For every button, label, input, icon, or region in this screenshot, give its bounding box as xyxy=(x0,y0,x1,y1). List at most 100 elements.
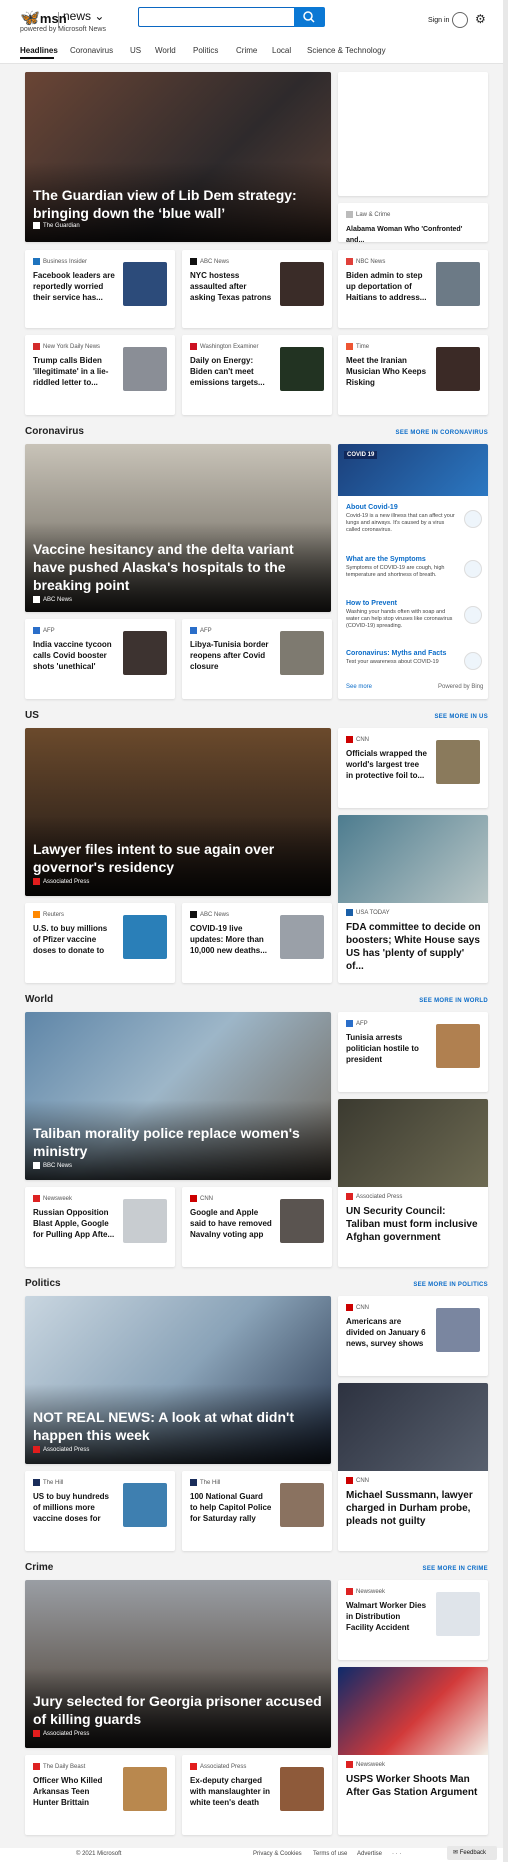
news-card[interactable]: Business Insider Facebook leaders are re… xyxy=(25,250,175,328)
privacy-link[interactable]: Privacy & Cookies xyxy=(253,1851,302,1857)
see-more-coronavirus-link[interactable]: SEE MORE IN CORONAVIRUS xyxy=(340,430,488,436)
card-source: The Hill xyxy=(33,1479,63,1486)
footer: © 2021 Microsoft Privacy & Cookies Terms… xyxy=(0,1848,508,1862)
hero-title: Taliban morality police replace women's … xyxy=(33,1125,300,1159)
tab-politics[interactable]: Politics xyxy=(193,46,218,55)
card-source: AFP xyxy=(190,627,212,634)
news-card-large[interactable]: Associated Press UN Security Council: Ta… xyxy=(338,1099,488,1267)
card-title: Alabama Woman Who 'Confronted' and... xyxy=(346,226,463,242)
card-thumbnail xyxy=(123,631,167,675)
advertise-link[interactable]: Advertise xyxy=(357,1851,382,1857)
card-source: USA TODAY xyxy=(346,909,390,916)
news-card[interactable]: Newsweek Russian Opposition Blast Apple,… xyxy=(25,1187,175,1267)
feedback-button[interactable]: ✉ Feedback xyxy=(447,1846,497,1860)
card-source: The Daily Beast xyxy=(33,1763,85,1770)
news-card[interactable]: CNN Google and Apple said to have remove… xyxy=(182,1187,332,1267)
card-title: UN Security Council: Taliban must form i… xyxy=(346,1206,478,1243)
card-title: Michael Sussmann, lawyer charged in Durh… xyxy=(346,1490,473,1527)
sign-in-link[interactable]: Sign in xyxy=(428,17,449,24)
hero-title: The Guardian view of Lib Dem strategy: b… xyxy=(33,187,297,221)
msn-logo[interactable]: 🦋msn xyxy=(20,8,67,28)
tab-world[interactable]: World xyxy=(155,46,176,55)
hero-card[interactable]: Taliban morality police replace women's … xyxy=(25,1012,331,1180)
news-card-large[interactable]: USA TODAY FDA committee to decide on boo… xyxy=(338,815,488,983)
see-more-world-link[interactable]: SEE MORE IN WORLD xyxy=(340,998,488,1004)
side-news-card[interactable]: Law & Crime Alabama Woman Who 'Confronte… xyxy=(338,203,488,242)
hero-card[interactable]: Lawyer files intent to sue again over go… xyxy=(25,728,331,896)
news-card[interactable]: AFP Tunisia arrests politician hostile t… xyxy=(338,1012,488,1092)
tab-science-technology[interactable]: Science & Technology xyxy=(307,46,386,55)
section-heading-world: World xyxy=(25,994,54,1005)
tab-crime[interactable]: Crime xyxy=(236,46,257,55)
card-title: Tunisia arrests politician hostile to pr… xyxy=(346,1033,419,1064)
copyright-text: © 2021 Microsoft xyxy=(76,1851,122,1857)
see-more-politics-link[interactable]: SEE MORE IN POLITICS xyxy=(340,1282,488,1288)
avatar-icon[interactable] xyxy=(452,12,468,28)
card-image xyxy=(338,1383,488,1471)
news-card[interactable]: AFP Libya-Tunisia border reopens after C… xyxy=(182,619,332,699)
scrollbar[interactable] xyxy=(503,0,508,1862)
card-title: Google and Apple said to have removed Na… xyxy=(190,1208,272,1239)
covid-item-about[interactable]: About Covid-19 Covid-19 is a new illness … xyxy=(346,504,456,534)
card-title: Facebook leaders are reportedly worried … xyxy=(33,271,115,302)
more-options-icon[interactable]: · · · xyxy=(392,1851,401,1857)
card-title: Libya-Tunisia border reopens after Covid… xyxy=(190,640,269,671)
news-card[interactable]: New York Daily News Trump calls Biden 'i… xyxy=(25,335,175,415)
see-more-crime-link[interactable]: SEE MORE IN CRIME xyxy=(340,1566,488,1572)
news-card[interactable]: ABC News COVID-19 live updates: More tha… xyxy=(182,903,332,983)
news-card[interactable]: AFP India vaccine tycoon calls Covid boo… xyxy=(25,619,175,699)
covid-see-more-link[interactable]: See more xyxy=(346,684,372,690)
tab-headlines[interactable]: Headlines xyxy=(20,46,58,55)
card-title: Ex-deputy charged with manslaughter in w… xyxy=(190,1776,271,1807)
card-source: The Hill xyxy=(190,1479,220,1486)
card-source: AFP xyxy=(33,627,55,634)
card-title: Meet the Iranian Musician Who Keeps Risk… xyxy=(346,356,427,387)
news-card[interactable]: CNN Officials wrapped the world's larges… xyxy=(338,728,488,808)
card-title: Officer Who Killed Arkansas Teen Hunter … xyxy=(33,1776,103,1807)
card-thumbnail xyxy=(123,1199,167,1243)
card-source: CNN xyxy=(190,1195,213,1202)
carousel-dots[interactable] xyxy=(142,236,208,242)
card-source: Associated Press xyxy=(190,1763,246,1770)
search-input[interactable] xyxy=(138,7,295,27)
hero-source: Associated Press xyxy=(33,1730,89,1737)
news-card-large[interactable]: CNN Michael Sussmann, lawyer charged in … xyxy=(338,1383,488,1551)
news-card[interactable]: The Hill 100 National Guard to help Capi… xyxy=(182,1471,332,1551)
news-card[interactable]: Newsweek Walmart Worker Dies in Distribu… xyxy=(338,1580,488,1660)
hero-card[interactable]: NOT REAL NEWS: A look at what didn't hap… xyxy=(25,1296,331,1464)
card-thumbnail xyxy=(123,915,167,959)
news-dropdown[interactable]: news ⌄ xyxy=(63,9,104,23)
news-card[interactable]: The Hill US to buy hundreds of millions … xyxy=(25,1471,175,1551)
card-image xyxy=(338,1099,488,1187)
covid-item-symptoms[interactable]: What are the Symptoms Symptoms of COVID-1… xyxy=(346,556,456,579)
hero-card[interactable]: Vaccine hesitancy and the delta variant … xyxy=(25,444,331,612)
card-thumbnail xyxy=(123,262,167,306)
cough-icon xyxy=(464,560,482,578)
covid-item-myths[interactable]: Coronavirus: Myths and Facts Test your aw… xyxy=(346,650,456,666)
card-title: India vaccine tycoon calls Covid booster… xyxy=(33,640,112,671)
news-card[interactable]: Washington Examiner Daily on Energy: Bid… xyxy=(182,335,332,415)
news-card-large[interactable]: Newsweek USPS Worker Shoots Man After Ga… xyxy=(338,1667,488,1835)
search-button[interactable] xyxy=(294,7,325,27)
tab-coronavirus[interactable]: Coronavirus xyxy=(70,46,113,55)
card-title: FDA committee to decide on boosters; Whi… xyxy=(346,922,481,972)
news-card[interactable]: Reuters U.S. to buy millions of Pfizer v… xyxy=(25,903,175,983)
news-card[interactable]: The Daily Beast Officer Who Killed Arkan… xyxy=(25,1755,175,1835)
terms-link[interactable]: Terms of use xyxy=(313,1851,347,1857)
hero-title: Jury selected for Georgia prisoner accus… xyxy=(33,1693,322,1727)
tab-local[interactable]: Local xyxy=(272,46,291,55)
hero-card[interactable]: Jury selected for Georgia prisoner accus… xyxy=(25,1580,331,1748)
covid-item-prevent[interactable]: How to Prevent Washing your hands often w… xyxy=(346,600,456,630)
card-source: Washington Examiner xyxy=(190,343,258,350)
news-card[interactable]: ABC News NYC hostess assaulted after ask… xyxy=(182,250,332,328)
news-card[interactable]: CNN Americans are divided on January 6 n… xyxy=(338,1296,488,1376)
card-thumbnail xyxy=(123,347,167,391)
card-source: CNN xyxy=(346,1304,369,1311)
news-card[interactable]: NBC News Biden admin to step up deportat… xyxy=(338,250,488,328)
hero-card[interactable]: The Guardian view of Lib Dem strategy: b… xyxy=(25,72,331,242)
tab-us[interactable]: US xyxy=(130,46,141,55)
news-card[interactable]: Time Meet the Iranian Musician Who Keeps… xyxy=(338,335,488,415)
see-more-us-link[interactable]: SEE MORE IN US xyxy=(340,714,488,720)
news-card[interactable]: Associated Press Ex-deputy charged with … xyxy=(182,1755,332,1835)
gear-icon[interactable]: ⚙ xyxy=(475,12,486,26)
